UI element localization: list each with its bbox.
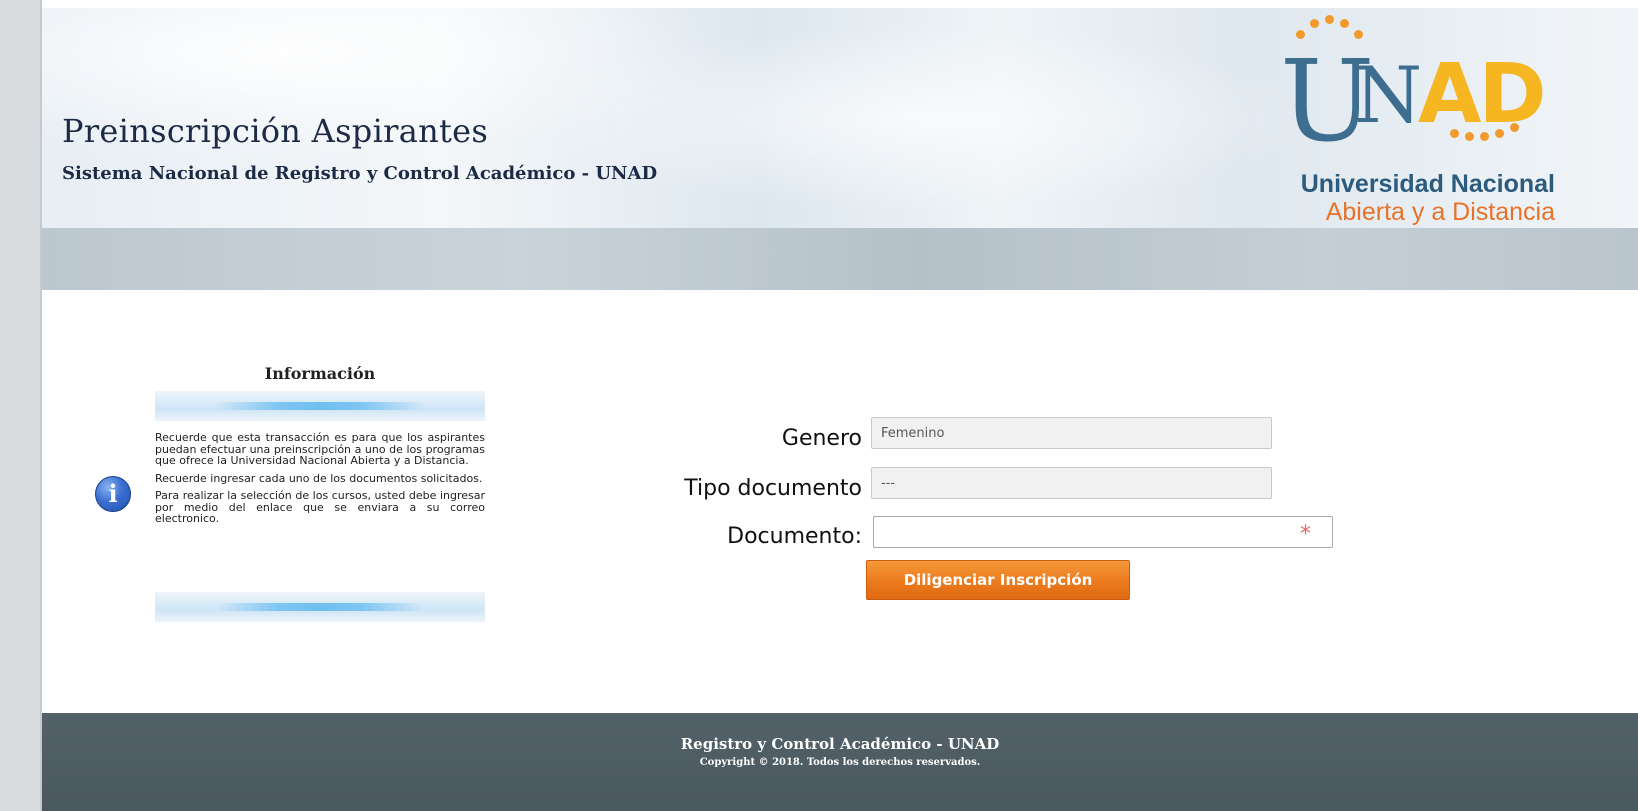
logo-dot bbox=[1340, 19, 1349, 28]
diligenciar-inscripcion-button[interactable]: Diligenciar Inscripción bbox=[866, 560, 1130, 600]
logo-university-tagline: Abierta y a Distancia bbox=[1325, 198, 1555, 226]
header-band bbox=[42, 228, 1638, 290]
info-panel-title: Información bbox=[264, 364, 376, 383]
logo-dot bbox=[1510, 123, 1519, 132]
logo-dot bbox=[1495, 129, 1504, 138]
logo-dot bbox=[1310, 19, 1319, 28]
page-subtitle: Sistema Nacional de Registro y Control A… bbox=[62, 163, 658, 184]
info-band-top bbox=[155, 391, 485, 421]
info-icon: i bbox=[95, 476, 131, 512]
logo-dot bbox=[1465, 132, 1474, 141]
info-paragraph: Para realizar la selección de los cursos… bbox=[155, 489, 485, 525]
page-title: Preinscripción Aspirantes bbox=[62, 112, 489, 150]
logo-letters-ad: AD bbox=[1418, 47, 1547, 142]
genero-select[interactable]: Femenino bbox=[871, 417, 1272, 449]
logo-university-name: Universidad Nacional bbox=[1300, 170, 1555, 198]
unad-logo: U N AD Universidad Nacional Abierta y a … bbox=[1270, 8, 1560, 230]
logo-dot bbox=[1450, 129, 1459, 138]
documento-label: Documento: bbox=[727, 524, 862, 549]
required-asterisk: * bbox=[1300, 522, 1311, 547]
footer-copyright: Copyright © 2018. Todos los derechos res… bbox=[699, 757, 981, 768]
info-paragraph: Recuerde ingresar cada uno de los docume… bbox=[155, 471, 483, 485]
info-paragraph: Recuerde que esta transacción es para qu… bbox=[155, 431, 485, 467]
documento-input[interactable] bbox=[873, 516, 1333, 548]
footer-title: Registro y Control Académico - UNAD bbox=[680, 735, 1000, 753]
logo-letter-n: N bbox=[1354, 51, 1423, 141]
page-footer: Registro y Control Académico - UNAD Copy… bbox=[42, 713, 1638, 811]
left-rail bbox=[0, 0, 42, 811]
info-band-bottom bbox=[155, 592, 485, 622]
tipo-documento-label: Tipo documento bbox=[684, 476, 862, 501]
tipo-documento-select[interactable]: --- bbox=[871, 467, 1272, 499]
info-panel-text: Recuerde que esta transacción es para qu… bbox=[155, 432, 485, 531]
logo-dot bbox=[1325, 15, 1334, 24]
genero-label: Genero bbox=[781, 426, 862, 451]
logo-dot bbox=[1480, 132, 1489, 141]
